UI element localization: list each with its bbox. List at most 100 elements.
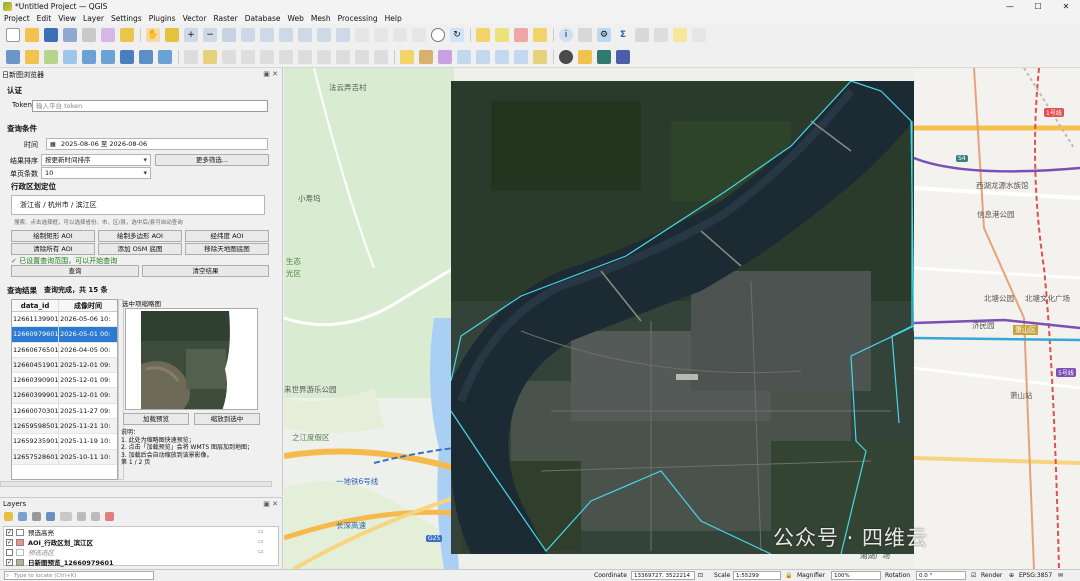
move-label-icon[interactable] — [495, 49, 509, 64]
save-as-icon[interactable] — [63, 28, 77, 42]
visibility-icon[interactable] — [32, 512, 41, 521]
add-vector-icon[interactable] — [25, 49, 39, 64]
measure-icon[interactable] — [654, 28, 668, 42]
token-input[interactable]: 输入平台 token — [32, 100, 268, 112]
table-row[interactable]: 12657528601 2025-10-11 10: — [12, 449, 117, 465]
open-project-icon[interactable] — [25, 28, 39, 42]
add-mesh-icon[interactable] — [63, 49, 77, 64]
zoom-next-icon[interactable] — [336, 28, 350, 42]
paste-icon[interactable] — [336, 49, 350, 64]
add-raster-icon[interactable] — [44, 49, 58, 64]
digitize-icon[interactable] — [241, 49, 255, 64]
table-row[interactable]: 12660676501 2026-04-05 00: — [12, 342, 117, 358]
data-source-manager-icon[interactable] — [6, 49, 20, 64]
menu-raster[interactable]: Raster — [213, 14, 237, 23]
layer-item[interactable]: ✓ 日新图预览_12660979601 — [6, 557, 114, 567]
undo-icon[interactable] — [355, 49, 369, 64]
menu-database[interactable]: Database — [245, 14, 281, 23]
menu-layer[interactable]: Layer — [83, 14, 104, 23]
extent-toggle-icon[interactable]: ⊡ — [698, 571, 703, 581]
zoom-rubberband-icon[interactable] — [222, 28, 236, 42]
close-icon[interactable]: ✕ — [1052, 0, 1080, 13]
copy-icon[interactable] — [317, 49, 331, 64]
column-header-time[interactable]: 成像时间 — [59, 300, 117, 311]
minimize-icon[interactable]: — — [996, 0, 1024, 13]
table-row[interactable]: 12660979601 2026-05-01 00: — [12, 327, 117, 343]
layer-indicator-icon[interactable]: ▭ — [258, 538, 264, 545]
deselect-icon[interactable] — [514, 28, 528, 42]
redo-icon[interactable] — [374, 49, 388, 64]
table-row[interactable]: 12660390901 2025-12-01 09: — [12, 373, 117, 389]
menu-plugins[interactable]: Plugins — [149, 14, 176, 23]
zoom-last-icon[interactable] — [317, 28, 331, 42]
print-layout-icon[interactable] — [82, 28, 96, 42]
table-row[interactable]: 12659598501 2025-11-21 10: — [12, 419, 117, 435]
map-tips-icon[interactable] — [692, 28, 706, 42]
layout-manager-icon[interactable] — [101, 28, 115, 42]
page-size-select[interactable]: 10 — [41, 167, 151, 179]
menu-edit[interactable]: Edit — [37, 14, 52, 23]
edit-pencil-icon[interactable] — [184, 49, 198, 64]
add-db-icon[interactable] — [120, 49, 134, 64]
panel-float-close-icon[interactable]: ▣ ✕ — [263, 70, 278, 78]
statistics-icon[interactable]: Σ — [616, 28, 630, 42]
rotation-field[interactable]: 0.0 ° — [916, 571, 966, 580]
table-row[interactable]: 12661139901 2026-05-06 10: — [12, 312, 117, 328]
select-by-value-icon[interactable] — [495, 28, 509, 42]
rotate-label-icon[interactable] — [514, 49, 528, 64]
diagram-icon[interactable] — [438, 49, 452, 64]
calendar-icon[interactable]: ▦ — [50, 139, 56, 150]
sort-select[interactable]: 按更新时间排序 — [41, 154, 151, 166]
add-group-icon[interactable] — [18, 512, 27, 521]
draw-rect-aoi-button[interactable]: 绘制矩形 AOI — [11, 230, 95, 242]
new-map-view-icon[interactable] — [355, 28, 369, 42]
menu-web[interactable]: Web — [287, 14, 303, 23]
new-3d-view-icon[interactable] — [374, 28, 388, 42]
layer-checkbox[interactable] — [6, 548, 13, 556]
collapse-all-icon[interactable] — [91, 512, 100, 521]
attribute-table-icon[interactable] — [578, 28, 592, 42]
zoom-to-layer-icon[interactable] — [279, 28, 293, 42]
show-hide-label-icon[interactable] — [476, 49, 490, 64]
lock-scale-icon[interactable]: 🔒 — [785, 571, 792, 581]
filter-map-icon[interactable] — [60, 512, 72, 521]
layer-item[interactable]: ✓ AOI_行政区划_滨江区 — [6, 537, 93, 547]
style-layer-icon[interactable] — [4, 512, 13, 521]
label-icon[interactable] — [400, 49, 414, 64]
layer-checkbox[interactable]: ✓ — [6, 538, 13, 546]
clear-aoi-button[interactable]: 清除所有 AOI — [11, 243, 95, 255]
toggle-edit-icon[interactable] — [203, 49, 217, 64]
pan-map-icon[interactable]: ✋ — [146, 28, 160, 42]
temporal-controller-icon[interactable] — [431, 28, 445, 42]
table-row[interactable]: 12660070301 2025-11-27 09: — [12, 403, 117, 420]
map-canvas[interactable]: 法云弄吉村 小寿坞 生态 光区 来世界游乐公园 西湖龙源水族馆 信息港公园 北塘… — [284, 68, 1080, 569]
remove-basemap-button[interactable]: 移除天地图底图 — [185, 243, 269, 255]
zoom-to-selected-button[interactable]: 缩放到选中 — [194, 413, 260, 425]
table-row[interactable]: 12660451901 2025-12-01 09: — [12, 357, 117, 374]
label-tool-icon[interactable] — [419, 49, 433, 64]
plugin-book-icon[interactable] — [616, 49, 630, 64]
python-console-icon[interactable] — [578, 49, 592, 64]
cut-icon[interactable] — [298, 49, 312, 64]
menu-settings[interactable]: Settings — [111, 14, 142, 23]
load-preview-button[interactable]: 加载预览 — [123, 413, 189, 425]
globe-plugin-icon[interactable] — [559, 49, 573, 64]
refresh-icon[interactable]: ↻ — [450, 28, 464, 42]
zoom-out-icon[interactable]: − — [203, 28, 217, 42]
layer-checkbox[interactable]: ✓ — [6, 558, 13, 566]
magnifier-field[interactable]: 100% — [831, 571, 881, 580]
add-wms-icon[interactable] — [82, 49, 96, 64]
identify-icon[interactable]: i — [559, 28, 573, 42]
delete-selected-icon[interactable] — [279, 49, 293, 64]
remove-layer-icon[interactable] — [105, 512, 114, 521]
add-osm-button[interactable]: 添加 OSM 底图 — [98, 243, 182, 255]
layer-checkbox[interactable]: ✓ — [6, 528, 13, 536]
menu-help[interactable]: Help — [385, 14, 402, 23]
change-label-icon[interactable] — [533, 49, 547, 64]
clear-results-button[interactable]: 清空结果 — [142, 265, 269, 277]
save-edits-icon[interactable] — [222, 49, 236, 64]
horizontal-scrollbar[interactable] — [0, 481, 272, 487]
pan-to-selection-icon[interactable] — [165, 28, 179, 42]
scale-field[interactable]: 1:55299 — [733, 571, 781, 580]
expand-all-icon[interactable] — [77, 512, 86, 521]
